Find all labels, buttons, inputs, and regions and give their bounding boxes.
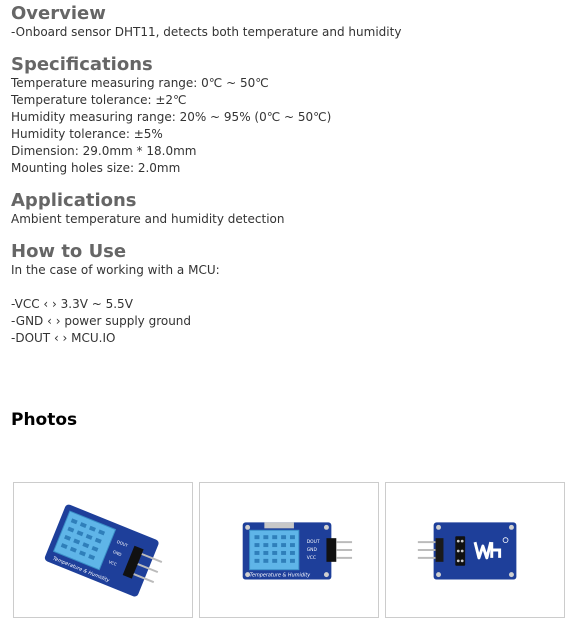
board-label: Temperature & Humidity bbox=[250, 573, 311, 579]
specifications-section: Specifications Temperature measuring ran… bbox=[11, 55, 331, 177]
spec-line: Temperature tolerance: ±2℃ bbox=[11, 93, 187, 107]
photo-thumbnail-front[interactable]: DOUT GND VCC Temperature & Humidity bbox=[199, 482, 379, 618]
how-to-use-intro: In the case of working with a MCU: bbox=[11, 263, 220, 277]
spec-line: Humidity tolerance: ±5% bbox=[11, 127, 163, 141]
spec-line: Mounting holes size: 2.0mm bbox=[11, 161, 181, 175]
how-to-use-section: How to Use In the case of working with a… bbox=[11, 242, 220, 347]
specifications-heading: Specifications bbox=[11, 54, 153, 75]
pin-label: GND bbox=[307, 547, 318, 553]
overview-line: -Onboard sensor DHT11, detects both temp… bbox=[11, 25, 402, 39]
product-description-page: Overview -Onboard sensor DHT11, detects … bbox=[0, 0, 571, 636]
pin-line: -VCC ‹ › 3.3V ~ 5.5V bbox=[11, 297, 133, 311]
overview-heading: Overview bbox=[11, 3, 106, 24]
pin-label: DOUT bbox=[307, 539, 320, 545]
overview-section: Overview -Onboard sensor DHT11, detects … bbox=[11, 4, 401, 41]
photo-thumbnail-back[interactable] bbox=[385, 482, 565, 618]
spec-line: Humidity measuring range: 20% ~ 95% (0℃ … bbox=[11, 110, 332, 124]
dht11-module-angled-image: DOUT GND VCC Temperature & Humidity bbox=[44, 504, 163, 597]
applications-line: Ambient temperature and humidity detecti… bbox=[11, 212, 285, 226]
photos-heading: Photos bbox=[11, 410, 78, 430]
dht11-module-back-image bbox=[417, 522, 517, 580]
applications-heading: Applications bbox=[11, 190, 137, 211]
pin-line: -DOUT ‹ › MCU.IO bbox=[11, 331, 116, 345]
applications-section: Applications Ambient temperature and hum… bbox=[11, 191, 284, 228]
pin-line: -GND ‹ › power supply ground bbox=[11, 314, 192, 328]
photo-gallery: DOUT GND VCC Temperature & Humidity DOUT… bbox=[13, 482, 567, 620]
photo-thumbnail-angled[interactable]: DOUT GND VCC Temperature & Humidity bbox=[13, 482, 193, 618]
pin-label: VCC bbox=[307, 555, 316, 561]
spec-line: Temperature measuring range: 0℃ ~ 50℃ bbox=[11, 76, 269, 90]
dht11-module-front-image: DOUT GND VCC Temperature & Humidity bbox=[242, 522, 353, 580]
how-to-use-heading: How to Use bbox=[11, 241, 127, 262]
spec-line: Dimension: 29.0mm * 18.0mm bbox=[11, 144, 197, 158]
